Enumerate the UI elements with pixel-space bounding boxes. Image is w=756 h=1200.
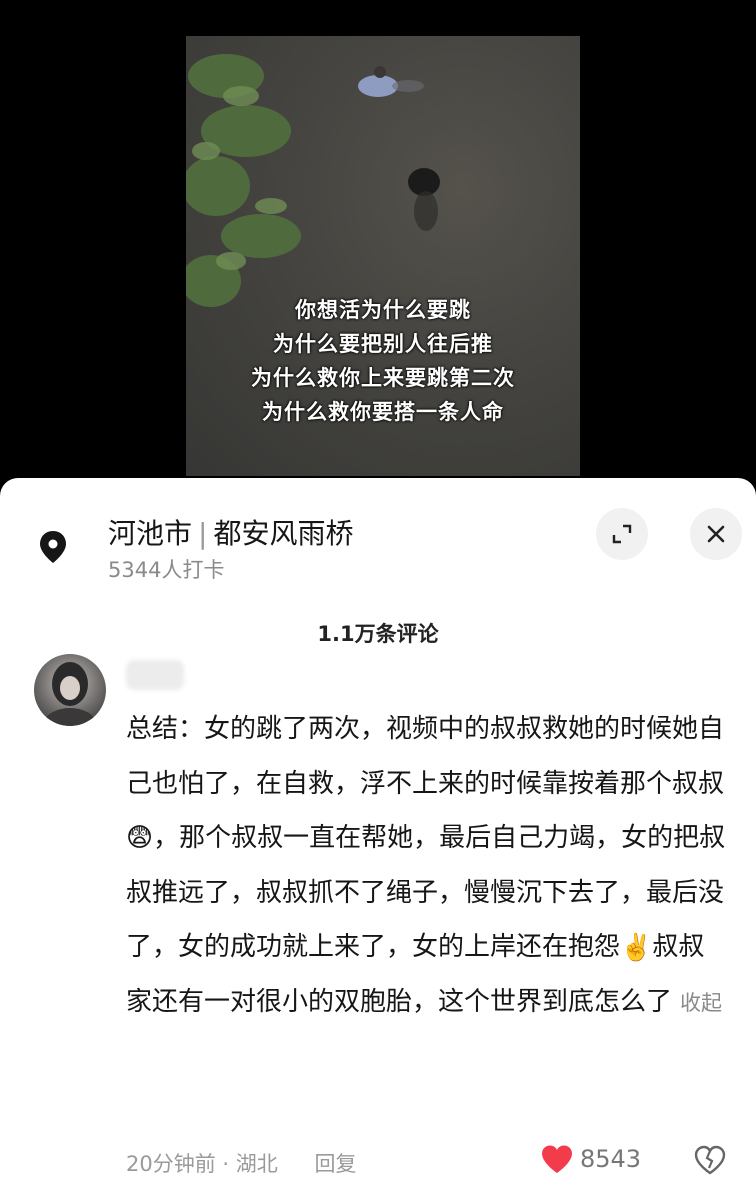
comment-body: 总结：女的跳了两次，视频中的叔叔救她的时候她自己也怕了，在自救，浮不上来的时候靠… (126, 702, 726, 1031)
location-place: 都安风雨桥 (213, 517, 354, 550)
like-button[interactable]: 8543 (540, 1144, 641, 1174)
checkin-count: 5344人打卡 (108, 558, 225, 582)
comment-text: 总结：女的跳了两次，视频中的叔叔救她的时候她自己也怕了，在自救，浮不上来的时候靠… (126, 714, 725, 799)
comment-meta: 20分钟前 · 湖北 回复 (126, 1148, 356, 1178)
username-redacted[interactable] (126, 660, 184, 690)
location-divider: | (198, 517, 208, 550)
video-caption-line: 为什么救你要搭一条人命 (262, 400, 504, 424)
meta-dot: · (222, 1152, 230, 1176)
expand-icon (612, 524, 632, 544)
broken-heart-icon[interactable] (694, 1144, 726, 1176)
collapse-link[interactable]: 收起 (680, 991, 722, 1015)
tree-foliage (186, 54, 301, 307)
avatar[interactable] (34, 654, 106, 726)
video-caption-line: 你想活为什么要跳 (295, 298, 471, 322)
location-pin-icon (40, 531, 66, 563)
comment-count: 1.1万条评论 (317, 622, 439, 646)
close-button[interactable] (690, 508, 742, 560)
swimmer-figure (358, 66, 424, 97)
video-caption-line: 为什么救你上来要跳第二次 (251, 366, 515, 390)
comment-time: 20分钟前 (126, 1152, 216, 1176)
video-caption-line: 为什么要把别人往后推 (273, 332, 493, 356)
victory-hand-icon: ✌️ (620, 932, 653, 963)
comment-sheet: 河池市 | 都安风雨桥 5344人打卡 1.1万条评论 总结：女的跳了两次，视频中的… (0, 478, 756, 1200)
avatar-photo (44, 662, 96, 726)
expand-button[interactable] (596, 508, 648, 560)
reply-button[interactable]: 回复 (314, 1152, 356, 1176)
close-icon (707, 525, 725, 543)
swimmer-figure (408, 168, 440, 231)
like-count: 8543 (580, 1145, 642, 1173)
fearful-face-icon: 😨 (126, 823, 154, 854)
heart-icon (542, 1145, 572, 1173)
location-title[interactable]: 河池市 | 都安风雨桥 (108, 512, 353, 552)
video-frame[interactable]: 你想活为什么要跳 为什么要把别人往后推 为什么救你上来要跳第二次 为什么救你要搭… (186, 36, 580, 476)
comment-region: 湖北 (235, 1152, 278, 1176)
location-city: 河池市 (108, 517, 193, 550)
